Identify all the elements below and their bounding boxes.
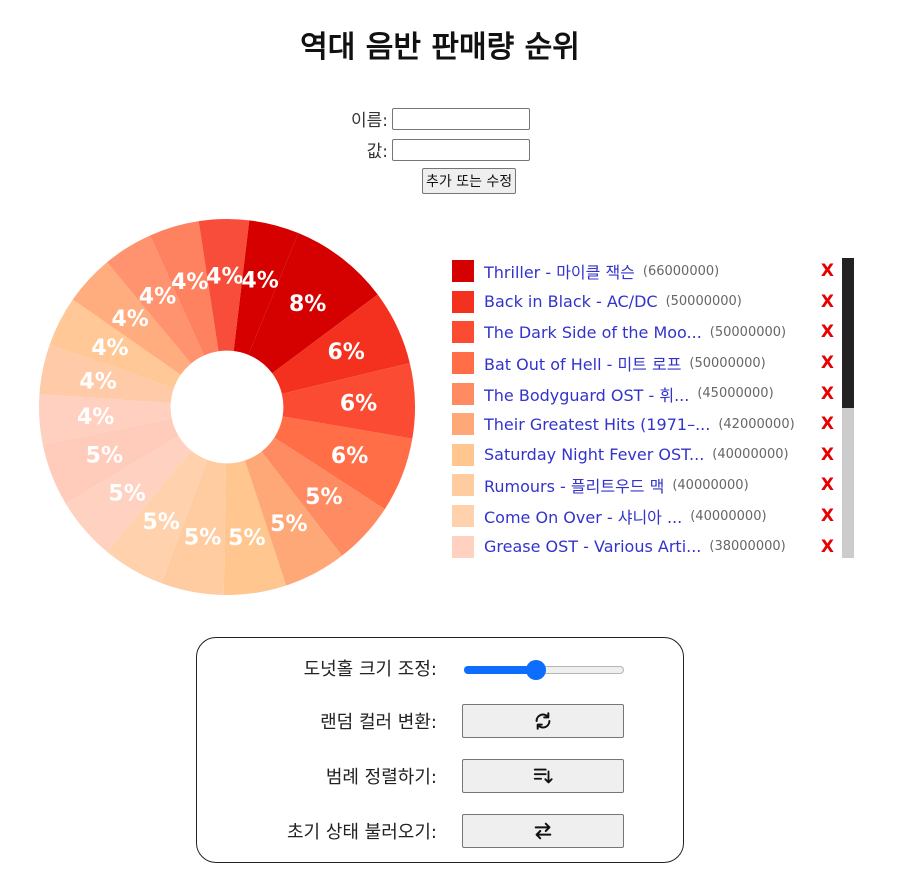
legend-value: (38000000) bbox=[709, 539, 786, 555]
legend-item[interactable]: Grease OST - Various Arti... (38000000) X bbox=[452, 531, 836, 561]
donut-size-row: 도넛홀 크기 조정: bbox=[197, 650, 683, 686]
sort-label: 범례 정렬하기: bbox=[325, 767, 437, 788]
legend-swatch bbox=[452, 290, 474, 313]
legend-label[interactable]: Grease OST - Various Arti... bbox=[484, 537, 701, 556]
slice-percent-label: 5% bbox=[228, 526, 265, 551]
slice-percent-label: 4% bbox=[79, 369, 116, 394]
controls-panel: 도넛홀 크기 조정: 랜덤 컬러 변환: 범례 정렬하기: 초기 상태 불러오기… bbox=[196, 637, 684, 863]
legend-label[interactable]: The Bodyguard OST - 휘... bbox=[484, 382, 689, 406]
legend-item[interactable]: Rumours - 플리트우드 맥 (40000000) X bbox=[452, 470, 836, 501]
slice-percent-label: 6% bbox=[327, 340, 364, 365]
slice-percent-label: 6% bbox=[340, 392, 377, 417]
slice-percent-label: 5% bbox=[184, 525, 221, 550]
legend-value: (40000000) bbox=[690, 508, 767, 524]
donut-size-slider[interactable] bbox=[464, 658, 624, 680]
slice-percent-label: 6% bbox=[331, 444, 368, 469]
slice-percent-label: 8% bbox=[289, 292, 326, 317]
slice-percent-label: 5% bbox=[270, 512, 307, 537]
legend-swatch bbox=[452, 474, 474, 497]
delete-item-button[interactable]: X bbox=[821, 414, 834, 434]
slice-percent-label: 4% bbox=[206, 264, 243, 289]
random-color-row: 랜덤 컬러 변환: bbox=[197, 703, 683, 739]
legend-label[interactable]: Their Greatest Hits (1971–... bbox=[484, 415, 710, 434]
delete-item-button[interactable]: X bbox=[821, 475, 834, 495]
slice-percent-label: 5% bbox=[86, 444, 123, 469]
legend-item[interactable]: Back in Black - AC/DC (50000000) X bbox=[452, 287, 836, 318]
slice-percent-label: 4% bbox=[171, 270, 208, 295]
random-color-button[interactable] bbox=[462, 704, 624, 738]
sort-row: 범례 정렬하기: bbox=[197, 758, 683, 794]
legend-item[interactable]: The Dark Side of the Moo... (50000000) X bbox=[452, 317, 836, 348]
value-input[interactable] bbox=[392, 138, 530, 161]
delete-item-button[interactable]: X bbox=[821, 537, 834, 557]
slice-percent-label: 4% bbox=[241, 269, 278, 294]
random-color-label: 랜덤 컬러 변환: bbox=[320, 712, 437, 733]
legend-item[interactable]: The Bodyguard OST - 휘... (45000000) X bbox=[452, 378, 836, 409]
legend-value: (50000000) bbox=[709, 324, 787, 340]
legend-scrollbar-thumb[interactable] bbox=[842, 258, 854, 408]
legend-swatch bbox=[452, 321, 474, 344]
delete-item-button[interactable]: X bbox=[821, 322, 834, 342]
delete-item-button[interactable]: X bbox=[821, 506, 834, 526]
name-input[interactable] bbox=[392, 107, 530, 130]
legend-label[interactable]: Saturday Night Fever OST... bbox=[484, 445, 704, 464]
reset-row: 초기 상태 불러오기: bbox=[197, 813, 683, 849]
legend-label[interactable]: Back in Black - AC/DC bbox=[484, 292, 658, 311]
slice-percent-label: 5% bbox=[305, 485, 342, 510]
legend-item[interactable]: Saturday Night Fever OST... (40000000) X bbox=[452, 440, 836, 471]
legend-value: (50000000) bbox=[689, 355, 766, 371]
slider-thumb[interactable] bbox=[526, 660, 546, 680]
legend-scrollbar[interactable] bbox=[842, 258, 854, 558]
legend-item[interactable]: Bat Out of Hell - 미트 로프 (50000000) X bbox=[452, 348, 836, 379]
legend-value: (40000000) bbox=[672, 477, 749, 493]
slice-percent-label: 4% bbox=[91, 336, 128, 361]
legend-value: (66000000) bbox=[642, 263, 720, 279]
delete-item-button[interactable]: X bbox=[821, 292, 834, 312]
swap-icon bbox=[534, 822, 552, 840]
slice-percent-label: 5% bbox=[108, 482, 145, 507]
delete-item-button[interactable]: X bbox=[821, 445, 834, 465]
legend-item[interactable]: Thriller - 마이클 잭슨 (66000000) X bbox=[452, 256, 836, 287]
value-label: 값: bbox=[366, 142, 388, 162]
legend-label[interactable]: Rumours - 플리트우드 맥 bbox=[484, 473, 664, 497]
legend-value: (45000000) bbox=[697, 386, 774, 402]
slice-percent-label: 5% bbox=[142, 510, 179, 535]
legend-swatch bbox=[452, 505, 474, 528]
name-row: 이름: bbox=[0, 106, 530, 131]
legend-swatch bbox=[452, 352, 474, 375]
legend-swatch bbox=[452, 260, 474, 283]
legend-item[interactable]: Come On Over - 샤니아 ... (40000000) X bbox=[452, 501, 836, 532]
legend-label[interactable]: Thriller - 마이클 잭슨 bbox=[484, 259, 635, 283]
slice-percent-label: 4% bbox=[111, 307, 148, 332]
delete-item-button[interactable]: X bbox=[821, 353, 834, 373]
legend-label[interactable]: The Dark Side of the Moo... bbox=[484, 323, 702, 342]
legend-value: (50000000) bbox=[665, 294, 742, 310]
sort-icon bbox=[533, 768, 553, 784]
donut-size-label: 도넛홀 크기 조정: bbox=[303, 659, 437, 680]
legend-swatch bbox=[452, 535, 474, 558]
legend-label[interactable]: Come On Over - 샤니아 ... bbox=[484, 504, 682, 528]
page-title: 역대 음반 판매량 순위 bbox=[300, 30, 580, 65]
legend-label[interactable]: Bat Out of Hell - 미트 로프 bbox=[484, 351, 681, 375]
reset-button[interactable] bbox=[462, 814, 624, 848]
legend-value: (40000000) bbox=[712, 447, 789, 463]
name-label: 이름: bbox=[350, 111, 388, 131]
legend-swatch bbox=[452, 382, 474, 405]
legend-value: (42000000) bbox=[718, 416, 795, 432]
legend-list: Thriller - 마이클 잭슨 (66000000) X Back in Blac… bbox=[452, 256, 836, 561]
donut-chart: 8%6%6%6%5%5%5%5%5%5%5%4%4%4%4%4%4%4%4% bbox=[38, 219, 415, 595]
delete-item-button[interactable]: X bbox=[821, 261, 834, 281]
legend-swatch bbox=[452, 443, 474, 466]
add-or-update-button[interactable]: 추가 또는 수정 bbox=[422, 168, 517, 194]
refresh-icon bbox=[535, 712, 551, 730]
slice-percent-label: 4% bbox=[77, 405, 114, 430]
delete-item-button[interactable]: X bbox=[821, 384, 834, 404]
reset-label: 초기 상태 불러오기: bbox=[287, 822, 437, 843]
sort-legend-button[interactable] bbox=[462, 759, 624, 793]
legend-item[interactable]: Their Greatest Hits (1971–... (42000000) X bbox=[452, 409, 836, 440]
legend-swatch bbox=[452, 413, 474, 436]
value-row: 값: bbox=[0, 137, 530, 162]
